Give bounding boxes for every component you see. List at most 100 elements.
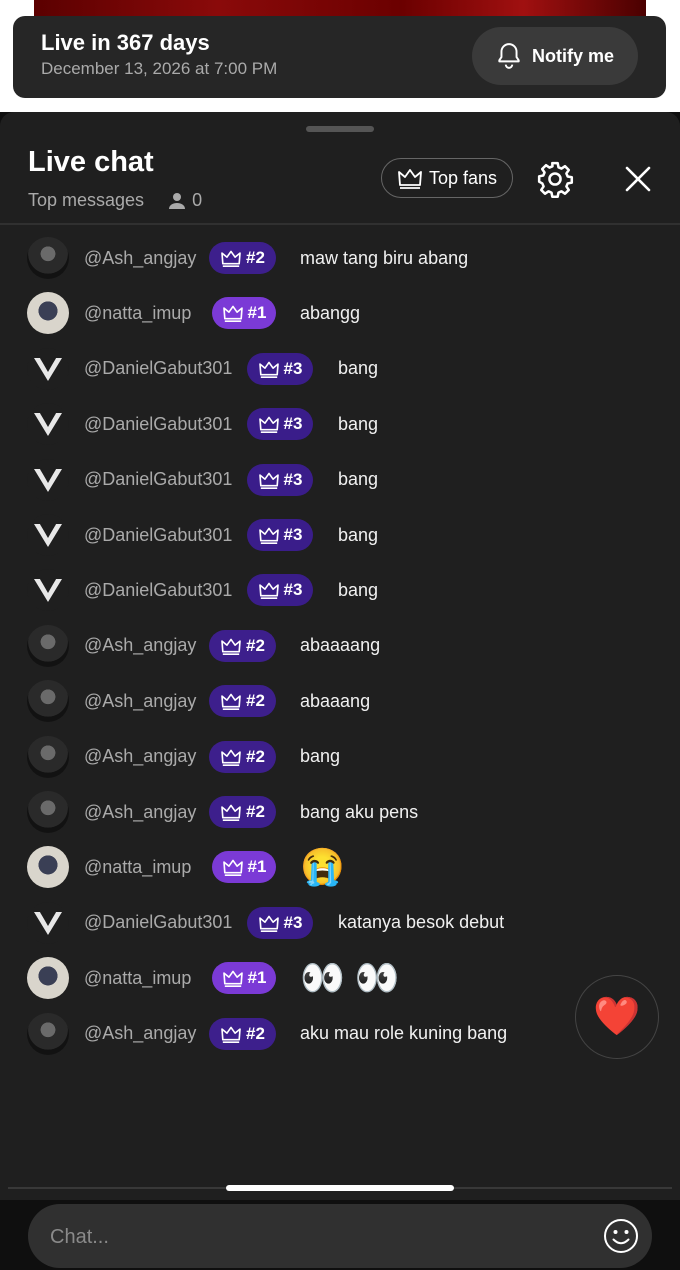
gear-icon (537, 161, 574, 198)
avatar[interactable] (27, 514, 69, 556)
top-fan-rank-badge: #3 (247, 352, 313, 385)
chat-composer (28, 1204, 652, 1270)
crown-icon (258, 415, 280, 434)
message-author[interactable]: @Ash_angjay (84, 1023, 196, 1044)
settings-button[interactable] (533, 157, 577, 201)
chat-message[interactable]: @Ash_angjay #2 abaaaang (0, 618, 680, 674)
crown-icon (258, 360, 280, 378)
crown-icon (220, 692, 242, 711)
message-author[interactable]: @DanielGabut301 (84, 469, 232, 490)
chat-title: Live chat (28, 146, 154, 178)
avatar[interactable] (27, 791, 69, 833)
chat-message[interactable]: @DanielGabut301 #3 katanya besok debut (0, 895, 680, 951)
rank-label: #3 (283, 469, 303, 489)
rank-label: #3 (283, 414, 303, 434)
message-text: bang (338, 579, 379, 600)
top-fans-label: Top fans (428, 167, 498, 188)
avatar[interactable] (27, 846, 69, 889)
live-date: December 13, 2026 at 7:00 PM (41, 59, 278, 78)
message-text: 👀 👀 (300, 957, 400, 999)
close-icon (625, 166, 651, 192)
chat-message[interactable]: @DanielGabut301 #3 bang (0, 396, 680, 452)
avatar[interactable] (27, 680, 69, 723)
message-author[interactable]: @DanielGabut301 (84, 358, 232, 379)
message-author[interactable]: @Ash_angjay (84, 691, 196, 712)
chat-mode-label: Top messages (28, 190, 145, 210)
message-author[interactable]: @Ash_angjay (84, 802, 196, 823)
top-fans-button[interactable]: Top fans (381, 158, 513, 198)
message-author[interactable]: @DanielGabut301 (84, 525, 232, 546)
rank-label: #2 (246, 635, 265, 655)
top-fan-rank-badge: #1 (212, 962, 276, 995)
chat-message[interactable]: @Ash_angjay #2 maw tang biru abang (0, 230, 680, 286)
close-button[interactable] (616, 157, 660, 201)
avatar[interactable] (27, 458, 69, 501)
avatar[interactable] (27, 901, 69, 944)
chat-message[interactable]: @DanielGabut301 #3 bang (0, 341, 680, 397)
drag-handle[interactable] (306, 126, 374, 132)
message-author[interactable]: @Ash_angjay (84, 746, 196, 767)
chat-message[interactable]: @DanielGabut301 #3 bang (0, 562, 680, 618)
person-icon (169, 192, 186, 209)
message-author[interactable]: @Ash_angjay (84, 635, 196, 656)
viewer-count: 0 (168, 190, 202, 211)
chat-message-list[interactable]: @Ash_angjay #2 maw tang biru abang @natta_i… (0, 230, 680, 1068)
message-text: abaaang (300, 690, 371, 711)
chat-message[interactable]: @natta_imup #1 😭 (0, 839, 680, 895)
message-author[interactable]: @Ash_angjay (84, 248, 196, 269)
message-text: bang (338, 358, 379, 379)
rank-label: #2 (246, 746, 265, 766)
message-author[interactable]: @DanielGabut301 (84, 414, 232, 435)
message-author[interactable]: @natta_imup (84, 303, 191, 324)
top-fan-rank-badge: #2 (209, 685, 276, 718)
avatar[interactable] (27, 624, 69, 667)
avatar[interactable] (27, 292, 69, 335)
crown-icon (220, 249, 242, 267)
chat-message[interactable]: @natta_imup #1 abangg (0, 285, 680, 341)
avatar[interactable] (27, 957, 69, 1000)
chat-input[interactable] (48, 1204, 592, 1270)
message-author[interactable]: @DanielGabut301 (84, 912, 232, 933)
heart-reaction-button[interactable]: ❤️ (575, 975, 659, 1059)
chat-message[interactable]: @DanielGabut301 #3 bang (0, 452, 680, 508)
rank-label: #2 (246, 691, 265, 711)
message-text: abaaaang (300, 635, 381, 656)
message-author[interactable]: @natta_imup (84, 857, 191, 878)
crown-icon (398, 169, 422, 189)
chat-message[interactable]: @natta_imup #1 👀 👀 (0, 950, 680, 1006)
video-area: Live in 367 days December 13, 2026 at 7:… (0, 0, 680, 112)
message-text: 😭 (300, 846, 345, 888)
crown-icon (258, 526, 280, 544)
crown-icon (220, 1025, 242, 1043)
avatar[interactable] (27, 1012, 69, 1055)
smiley-icon (604, 1219, 638, 1253)
rank-label: #2 (246, 1023, 265, 1043)
top-fan-rank-badge: #3 (247, 408, 313, 441)
crown-icon (220, 637, 242, 655)
top-fan-rank-badge: #1 (212, 851, 276, 884)
emoji-button[interactable] (602, 1217, 640, 1255)
rank-label: #1 (247, 303, 267, 323)
avatar[interactable] (27, 403, 69, 446)
chat-mode-selector[interactable]: Top messages 0 (28, 190, 202, 211)
home-indicator (226, 1185, 454, 1191)
message-text: bang (300, 746, 341, 767)
top-fan-rank-badge: #1 (212, 297, 276, 330)
avatar[interactable] (27, 569, 69, 612)
chat-message[interactable]: @Ash_angjay #2 bang (0, 729, 680, 785)
message-author[interactable]: @natta_imup (84, 968, 191, 989)
avatar[interactable] (27, 237, 69, 279)
notify-me-button[interactable]: Notify me (472, 27, 638, 85)
top-fan-rank-badge: #2 (209, 1017, 276, 1050)
message-author[interactable]: @DanielGabut301 (84, 580, 232, 601)
avatar[interactable] (27, 347, 69, 390)
message-text: bang aku pens (300, 801, 419, 822)
message-text: maw tang biru abang (300, 247, 469, 268)
chat-message[interactable]: @DanielGabut301 #3 bang (0, 507, 680, 563)
chat-message[interactable]: @Ash_angjay #2 bang aku pens (0, 784, 680, 840)
avatar[interactable] (27, 735, 69, 778)
chat-message[interactable]: @Ash_angjay #2 abaaang (0, 673, 680, 729)
top-fan-rank-badge: #2 (209, 629, 276, 662)
rank-label: #3 (283, 525, 303, 544)
top-fan-rank-badge: #2 (209, 242, 276, 274)
